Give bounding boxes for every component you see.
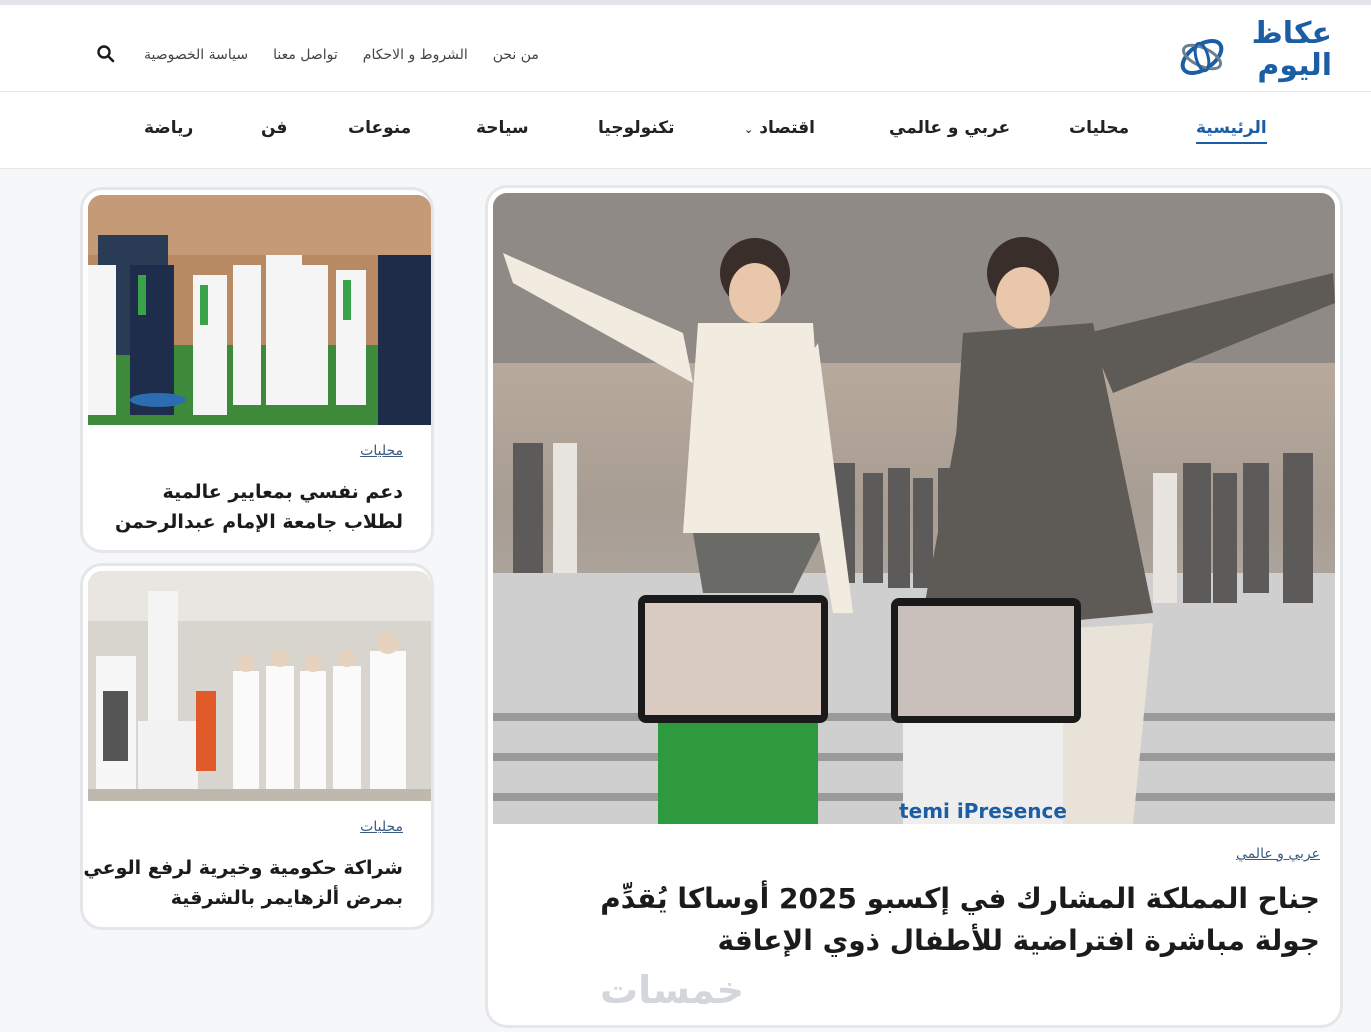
site-logo[interactable]: عكاظ اليوم xyxy=(1172,17,1332,85)
featured-photo-illustration: temi iPresence xyxy=(493,193,1335,824)
side-article-title-1[interactable]: دعم نفسي بمعايير عالمية لطلاب جامعة الإم… xyxy=(115,477,403,537)
side-article-1-title-line-2: لطلاب جامعة الإمام عبدالرحمن xyxy=(114,511,403,533)
nav-item-world[interactable]: عربي و عالمي xyxy=(889,118,1010,138)
chevron-down-icon: ⌄ xyxy=(744,123,754,136)
side-article-category-1[interactable]: محليات xyxy=(360,443,403,459)
side-article-category-2[interactable]: محليات xyxy=(360,819,403,835)
featured-article-title[interactable]: جناح المملكة المشارك في إكسبو 2025 أوساك… xyxy=(600,878,1320,962)
utility-link-privacy[interactable]: سياسة الخصوصية xyxy=(144,41,248,69)
utility-link-about[interactable]: من نحن xyxy=(493,41,539,69)
watermark-logo: خمسات xyxy=(600,968,744,1012)
featured-category-link[interactable]: عربي و عالمي xyxy=(1236,846,1320,862)
nav-item-tourism[interactable]: سياحة xyxy=(476,118,529,138)
side-article-1-title-line-1: دعم نفسي بمعايير عالمية xyxy=(162,481,403,503)
featured-article-image[interactable]: temi iPresence xyxy=(493,193,1335,824)
utility-link-contact[interactable]: تواصل معنا xyxy=(273,41,338,69)
side-photo-illustration-1 xyxy=(88,195,431,425)
utility-nav: سياسة الخصوصية تواصل معنا الشروط و الاحك… xyxy=(144,41,539,69)
robot-brand-text: temi iPresence xyxy=(899,799,1067,823)
side-article-2-title-line-1: شراكة حكومية وخيرية لرفع الوعي xyxy=(83,857,403,879)
side-article-image-2[interactable] xyxy=(88,571,431,801)
header-top-bar: عكاظ اليوم سياسة الخصوصية تواصل معنا الش… xyxy=(0,5,1371,92)
nav-item-economy-label: اقتصاد xyxy=(759,118,815,138)
side-article-title-2[interactable]: شراكة حكومية وخيرية لرفع الوعي بمرض ألزه… xyxy=(83,853,403,913)
utility-link-terms[interactable]: الشروط و الاحكام xyxy=(363,41,468,69)
main-nav: الرئيسية محليات عربي و عالمي اقتصاد ⌄ تكن… xyxy=(0,92,1371,169)
logo-wordmark-bottom: اليوم xyxy=(1257,48,1332,83)
logo-wordmark-top: عكاظ xyxy=(1251,16,1332,51)
nav-item-sports[interactable]: رياضة xyxy=(144,118,193,138)
featured-title-line-1: جناح المملكة المشارك في إكسبو 2025 أوساك… xyxy=(600,882,1320,915)
side-article-card-2[interactable]: محليات شراكة حكومية وخيرية لرفع الوعي بم… xyxy=(80,563,434,930)
side-article-card-1[interactable]: محليات دعم نفسي بمعايير عالمية لطلاب جام… xyxy=(80,187,434,553)
nav-item-technology[interactable]: تكنولوجيا xyxy=(598,118,674,138)
nav-item-home[interactable]: الرئيسية xyxy=(1196,118,1267,144)
search-icon[interactable] xyxy=(96,44,116,64)
nav-item-economy[interactable]: اقتصاد ⌄ xyxy=(744,118,815,138)
featured-title-line-2: جولة مباشرة افتراضية للأطفال ذوي الإعاقة xyxy=(717,924,1320,957)
side-article-image-1[interactable] xyxy=(88,195,431,425)
featured-article-card[interactable]: temi iPresence عربي و عالمي جناح المملكة… xyxy=(485,185,1343,1028)
nav-item-art[interactable]: فن xyxy=(261,118,287,138)
nav-item-variety[interactable]: منوعات xyxy=(348,118,411,138)
nav-item-local[interactable]: محليات xyxy=(1069,118,1129,138)
okaz-swirl-logo-icon xyxy=(1180,39,1224,75)
side-photo-illustration-2 xyxy=(88,571,431,801)
side-article-2-title-line-2: بمرض ألزهايمر بالشرقية xyxy=(170,887,403,909)
